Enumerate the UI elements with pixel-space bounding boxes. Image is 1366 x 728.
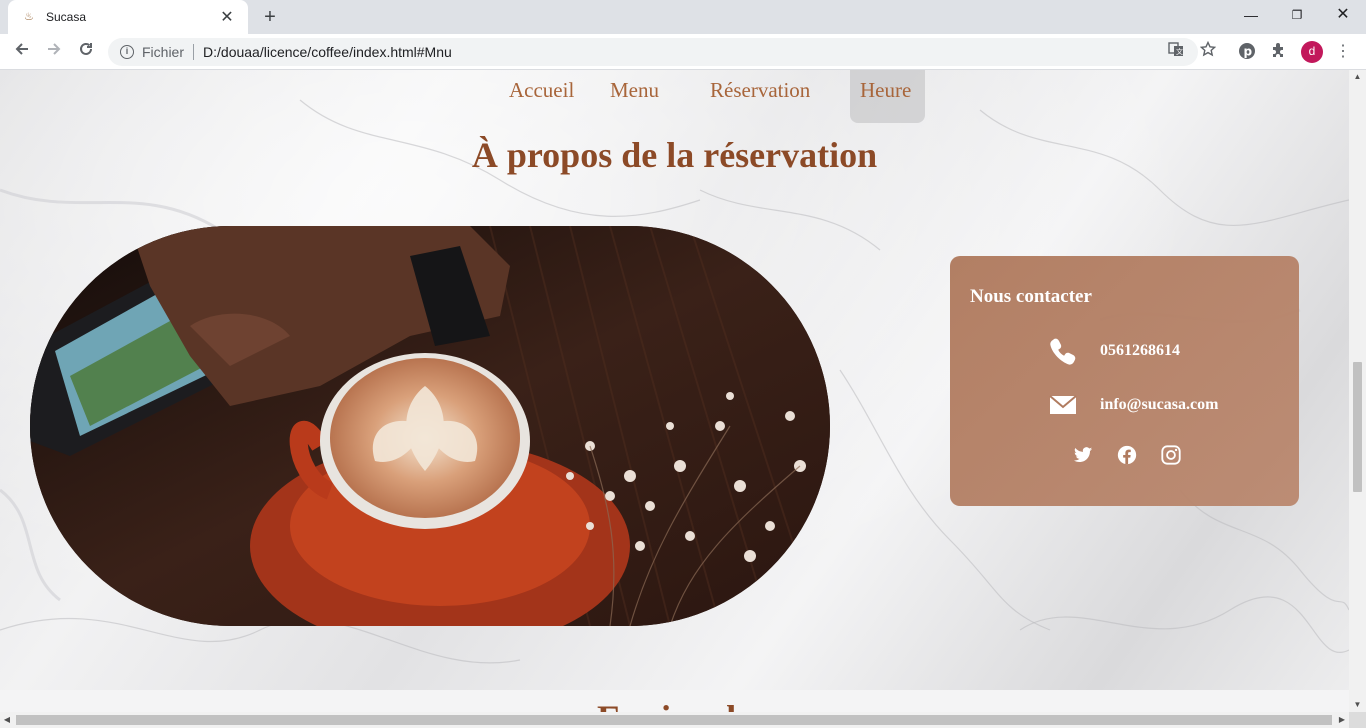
contact-email-row[interactable]: info@sucasa.com (1048, 390, 1218, 420)
scroll-down-icon[interactable]: ▼ (1349, 698, 1366, 712)
forward-button[interactable] (42, 40, 66, 64)
phone-icon (1050, 338, 1076, 365)
vertical-scrollbar[interactable]: ▲ ▼ (1349, 70, 1366, 712)
contact-title: Nous contacter (970, 286, 1092, 307)
close-window-button[interactable]: ✕ (1320, 0, 1366, 30)
address-bar[interactable]: i Fichier D:/douaa/licence/coffee/index.… (108, 38, 1217, 66)
scroll-right-icon[interactable]: ▶ (1335, 712, 1349, 728)
nav-link-reservation[interactable]: Réservation (710, 78, 810, 103)
scroll-up-icon[interactable]: ▲ (1349, 70, 1366, 84)
reload-icon (80, 42, 92, 55)
nav-link-accueil[interactable]: Accueil (509, 78, 574, 103)
browser-toolbar: i Fichier D:/douaa/licence/coffee/index.… (0, 34, 1366, 70)
contact-card: Nous contacter 0561268614 info@sucasa.co… (950, 256, 1299, 506)
scroll-left-icon[interactable]: ◀ (0, 712, 14, 728)
coffee-favicon-icon: ♨ (24, 11, 34, 23)
arrow-right-icon (48, 43, 61, 55)
next-section-title: Equipe de (0, 690, 1349, 712)
nav-link-heure[interactable]: Heure (860, 78, 911, 103)
vertical-scroll-thumb[interactable] (1353, 362, 1362, 492)
svg-text:p: p (1244, 45, 1253, 59)
tab-strip: ♨ Sucasa ✕ + — ❐ ✕ (0, 0, 1366, 34)
minimize-button[interactable]: — (1228, 0, 1274, 30)
bookmark-star-icon[interactable] (1196, 38, 1220, 66)
svg-text:文: 文 (1176, 47, 1183, 56)
site-info-icon[interactable]: i (120, 45, 134, 59)
site-nav: Accueil Menu Réservation Heure (0, 70, 1349, 124)
contact-phone-row[interactable]: 0561268614 (1048, 336, 1180, 366)
new-tab-button[interactable]: + (258, 5, 282, 29)
back-button[interactable] (10, 40, 34, 64)
address-scheme: Fichier (142, 44, 185, 60)
section-title: À propos de la réservation (471, 135, 878, 175)
mail-icon (1049, 395, 1077, 414)
close-tab-icon[interactable]: ✕ (218, 7, 236, 27)
restore-button[interactable]: ❐ (1274, 0, 1320, 30)
profile-avatar[interactable]: d (1301, 41, 1323, 63)
twitter-icon[interactable] (1072, 444, 1094, 466)
instagram-icon[interactable] (1160, 444, 1182, 466)
horizontal-scroll-thumb[interactable] (16, 715, 1332, 725)
pinterest-extension-icon[interactable]: p (1237, 42, 1257, 62)
social-links (1072, 444, 1182, 466)
reservation-photo (30, 226, 830, 626)
contact-email: info@sucasa.com (1100, 396, 1219, 413)
facebook-icon[interactable] (1116, 444, 1138, 466)
nav-link-menu[interactable]: Menu (610, 78, 659, 103)
extensions-puzzle-icon[interactable] (1269, 42, 1289, 62)
arrow-left-icon (15, 43, 28, 55)
horizontal-scrollbar[interactable]: ◀ ▶ (0, 712, 1349, 728)
address-url[interactable]: D:/douaa/licence/coffee/index.html#Mnu (203, 44, 452, 60)
tab-title: Sucasa (46, 10, 87, 24)
reload-button[interactable] (74, 40, 98, 64)
scrollbar-corner (1349, 712, 1366, 728)
menu-kebab-icon[interactable]: ⋮ (1333, 42, 1353, 62)
translate-icon[interactable]: 文 (1164, 38, 1188, 66)
contact-phone: 0561268614 (1100, 342, 1180, 359)
page-viewport: Accueil Menu Réservation Heure À propos … (0, 70, 1349, 712)
browser-tab[interactable]: ♨ Sucasa ✕ (8, 0, 248, 34)
address-separator (193, 44, 195, 60)
